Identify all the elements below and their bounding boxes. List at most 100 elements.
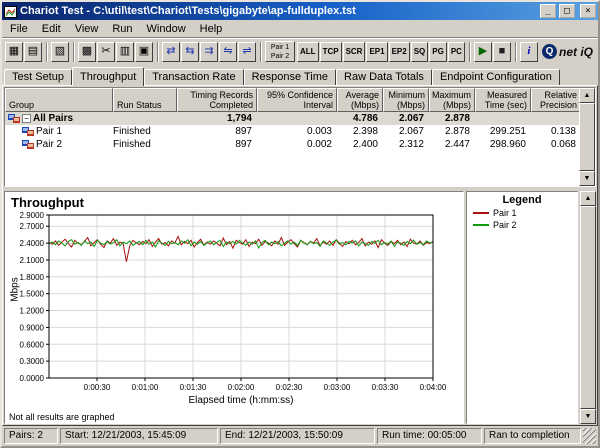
toolbar-separator <box>260 42 262 62</box>
collapse-toggle[interactable]: − <box>22 114 31 123</box>
maximize-button[interactable]: □ <box>559 4 575 18</box>
filter-ep2-button[interactable]: EP2 <box>389 42 410 62</box>
new-test-button[interactable]: ▩ <box>78 42 96 62</box>
y-tick-label: 0.3000 <box>20 357 45 366</box>
pair-icon <box>22 140 34 149</box>
y-tick-label: 0.0000 <box>20 374 45 383</box>
scroll-thumb[interactable] <box>579 103 595 171</box>
copy-graph-button[interactable]: ▧ <box>51 42 69 62</box>
filter-ep1-button[interactable]: EP1 <box>366 42 387 62</box>
add-pair-button[interactable]: ⇄ <box>162 42 180 62</box>
menu-help[interactable]: Help <box>193 21 230 37</box>
scroll-down-icon[interactable]: ▼ <box>579 171 595 186</box>
minimize-button[interactable]: _ <box>540 4 556 18</box>
cell-precision: 0.068 <box>531 138 579 151</box>
filter-sq-button[interactable]: SQ <box>411 42 429 62</box>
table-scrollbar[interactable]: ▲ ▼ <box>579 88 595 186</box>
copy-button[interactable]: ▥ <box>116 42 134 62</box>
table-row-pair-2[interactable]: Pair 2Finished8970.0022.4002.3122.447298… <box>5 138 579 151</box>
scroll-thumb[interactable] <box>580 206 596 409</box>
pair-filter-button[interactable]: Pair 1Pair 2 <box>265 41 295 62</box>
title-bar: Chariot Test - C:\util\test\Chariot\Test… <box>2 2 598 20</box>
tab-throughput[interactable]: Throughput <box>72 67 144 86</box>
cell-precision: 0.138 <box>531 125 579 138</box>
filter-scr-button[interactable]: SCR <box>343 42 366 62</box>
resize-grip[interactable] <box>583 428 596 444</box>
y-tick-label: 0.6000 <box>20 340 45 349</box>
cell-records: 1,794 <box>177 112 257 125</box>
stop-button[interactable]: ■ <box>493 42 511 62</box>
tab-endpoint-configuration[interactable]: Endpoint Configuration <box>432 69 560 85</box>
menu-run[interactable]: Run <box>105 21 139 37</box>
y-tick-label: 2.4000 <box>20 239 45 248</box>
filter-all-button[interactable]: ALL <box>297 42 319 62</box>
tab-raw-data-totals[interactable]: Raw Data Totals <box>336 69 432 85</box>
legend-color-sample <box>473 224 489 226</box>
scroll-up-icon[interactable]: ▲ <box>580 191 596 206</box>
cell-confidence <box>257 112 337 125</box>
throughput-tab-page: GroupRun StatusTiming Records Completed9… <box>2 85 598 426</box>
cell-run_status: Finished <box>113 138 177 151</box>
group-label: Pair 2 <box>36 138 62 151</box>
column-header-95-confidence: 95% Confidence Interval <box>257 88 337 112</box>
cell-max: 2.447 <box>429 138 475 151</box>
legend-entries: Pair 1Pair 2 <box>467 206 577 230</box>
graph-scrollbar[interactable]: ▲ ▼ <box>580 191 596 424</box>
tab-transaction-rate[interactable]: Transaction Rate <box>144 69 243 85</box>
menu-window[interactable]: Window <box>140 21 193 37</box>
menu-file[interactable]: File <box>3 21 35 37</box>
pair-icon <box>22 127 34 136</box>
y-axis-label: Mbps <box>10 270 21 310</box>
x-tick-label: 0:02:30 <box>276 383 303 392</box>
edit-pair-button[interactable]: ⇉ <box>200 42 218 62</box>
filter-tcp-button[interactable]: TCP <box>320 42 342 62</box>
close-button[interactable]: × <box>580 4 596 18</box>
cell-min: 2.067 <box>383 125 429 138</box>
print-button[interactable]: ▤ <box>24 42 42 62</box>
column-header-group: Group <box>5 88 113 112</box>
info-button[interactable]: i <box>520 42 538 62</box>
table-row-pair-1[interactable]: Pair 1Finished8970.0032.3982.0672.878299… <box>5 125 579 138</box>
status-cell-3: Run time: 00:05:00 <box>377 428 482 444</box>
table-row-all-pairs[interactable]: −All Pairs1,7944.7862.0672.878 <box>5 112 579 125</box>
cell-group: Pair 1 <box>5 125 113 138</box>
toolbar-separator <box>469 42 471 62</box>
add-group-button[interactable]: ⇆ <box>181 42 199 62</box>
cell-run_status <box>113 112 177 125</box>
window-title: Chariot Test - C:\util\test\Chariot\Test… <box>20 5 537 17</box>
legend-color-sample <box>473 212 489 214</box>
column-header-timing-records: Timing Records Completed <box>177 88 257 112</box>
tab-test-setup[interactable]: Test Setup <box>4 69 72 85</box>
status-cell-1: Start: 12/21/2003, 15:45:09 <box>60 428 218 444</box>
paste-button[interactable]: ▣ <box>135 42 153 62</box>
cut-button[interactable]: ✂ <box>97 42 115 62</box>
cell-precision <box>531 112 579 125</box>
cell-min: 2.067 <box>383 112 429 125</box>
status-cell-0: Pairs: 2 <box>4 428 58 444</box>
scroll-up-icon[interactable]: ▲ <box>579 88 595 103</box>
scroll-down-icon[interactable]: ▼ <box>580 409 596 424</box>
replicate-pair-button[interactable]: ⇋ <box>219 42 237 62</box>
save-button[interactable]: ▦ <box>5 42 23 62</box>
menu-view[interactable]: View <box>68 21 106 37</box>
chart-plot: 0.00000.30000.60000.90001.20001.50001.80… <box>5 210 461 406</box>
toolbar-separator <box>46 42 48 62</box>
status-cell-2: End: 12/21/2003, 15:50:09 <box>220 428 375 444</box>
chart-title: Throughput <box>11 195 463 210</box>
y-tick-label: 2.1000 <box>20 256 45 265</box>
column-header-relative: Relative Precision <box>531 88 579 112</box>
swap-endpoints-button[interactable]: ⇌ <box>238 42 256 62</box>
pair-filter-label: Pair 2 <box>266 52 294 61</box>
toolbar: ▦▤ ▧ ▩✂▥▣ ⇄⇆⇉⇋⇌ Pair 1Pair 2ALLTCPSCREP1EP2S… <box>2 37 598 65</box>
filter-pg-button[interactable]: PG <box>429 42 447 62</box>
cell-confidence: 0.002 <box>257 138 337 151</box>
group-label: All Pairs <box>33 112 73 125</box>
y-tick-label: 1.8000 <box>20 273 45 282</box>
results-table: GroupRun StatusTiming Records Completed9… <box>4 87 596 187</box>
filter-pc-button[interactable]: PC <box>448 42 465 62</box>
column-header-measured: Measured Time (sec) <box>475 88 531 112</box>
run-button[interactable]: ▶ <box>474 42 492 62</box>
tab-response-time[interactable]: Response Time <box>244 69 336 85</box>
menu-edit[interactable]: Edit <box>35 21 68 37</box>
toolbar-separator <box>73 42 75 62</box>
